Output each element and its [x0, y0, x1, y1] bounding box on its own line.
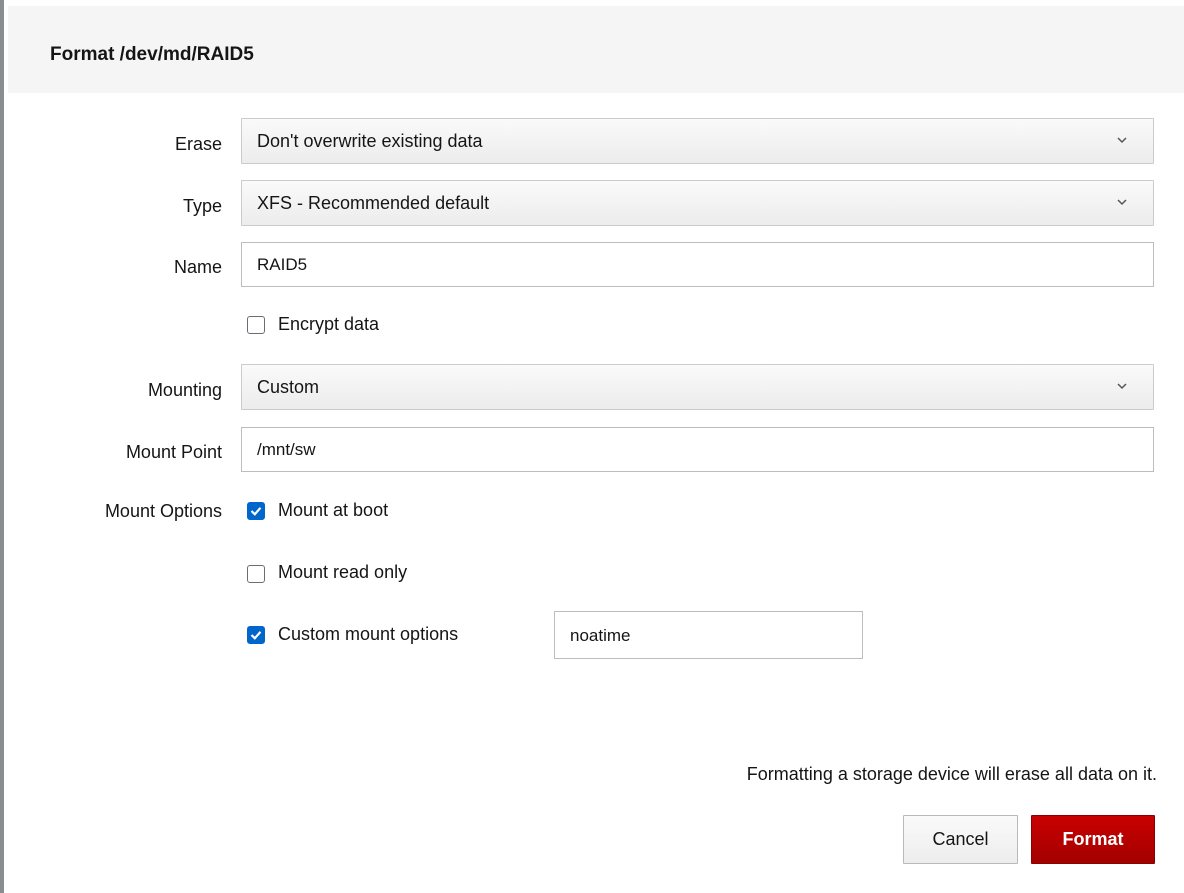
chevron-down-icon: [1117, 383, 1127, 390]
type-select[interactable]: XFS - Recommended default: [241, 180, 1154, 226]
name-label: Name: [173, 257, 222, 277]
name-input[interactable]: RAID5: [241, 242, 1154, 287]
encrypt-label: Encrypt data: [278, 314, 380, 334]
custom-mount-options-label: Custom mount options: [278, 624, 459, 644]
type-label: Type: [182, 196, 222, 216]
chevron-down-icon: [1117, 199, 1127, 206]
erase-select[interactable]: Don't overwrite existing data: [241, 118, 1154, 164]
chevron-down-icon: [1117, 137, 1127, 144]
mount-point-input-value: /mnt/sw: [257, 440, 316, 459]
background-page-edge: [0, 0, 4, 893]
mount-point-label: Mount Point: [125, 442, 222, 462]
mounting-select[interactable]: Custom: [241, 364, 1154, 410]
custom-mount-options-input[interactable]: noatime: [554, 611, 863, 659]
erase-select-value: Don't overwrite existing data: [257, 131, 483, 151]
dialog-title: Format /dev/md/RAID5: [50, 44, 254, 65]
mounting-label: Mounting: [147, 380, 222, 400]
mount-point-input[interactable]: /mnt/sw: [241, 427, 1154, 472]
mount-options-label: Mount Options: [104, 501, 222, 521]
format-button[interactable]: Format: [1031, 815, 1155, 864]
mounting-select-value: Custom: [257, 377, 320, 397]
dialog-header: Format /dev/md/RAID5: [8, 6, 1184, 93]
encrypt-checkbox[interactable]: [247, 316, 265, 334]
mount-at-boot-label: Mount at boot: [278, 500, 389, 520]
name-input-value: RAID5: [257, 255, 308, 274]
checkmark-icon: [250, 631, 262, 640]
custom-mount-options-checkbox[interactable]: [247, 626, 265, 644]
mount-at-boot-checkbox[interactable]: [247, 502, 265, 520]
format-dialog: Format /dev/md/RAID5 Erase Don't overwri…: [8, 6, 1184, 893]
custom-mount-options-value: noatime: [570, 626, 631, 645]
mount-read-only-label: Mount read only: [278, 562, 408, 582]
mount-read-only-checkbox[interactable]: [247, 565, 265, 583]
type-select-value: XFS - Recommended default: [257, 193, 490, 213]
erase-label: Erase: [174, 134, 222, 154]
checkmark-icon: [250, 507, 262, 516]
format-warning-text: Formatting a storage device will erase a…: [746, 764, 1157, 784]
cancel-button[interactable]: Cancel: [903, 815, 1018, 864]
